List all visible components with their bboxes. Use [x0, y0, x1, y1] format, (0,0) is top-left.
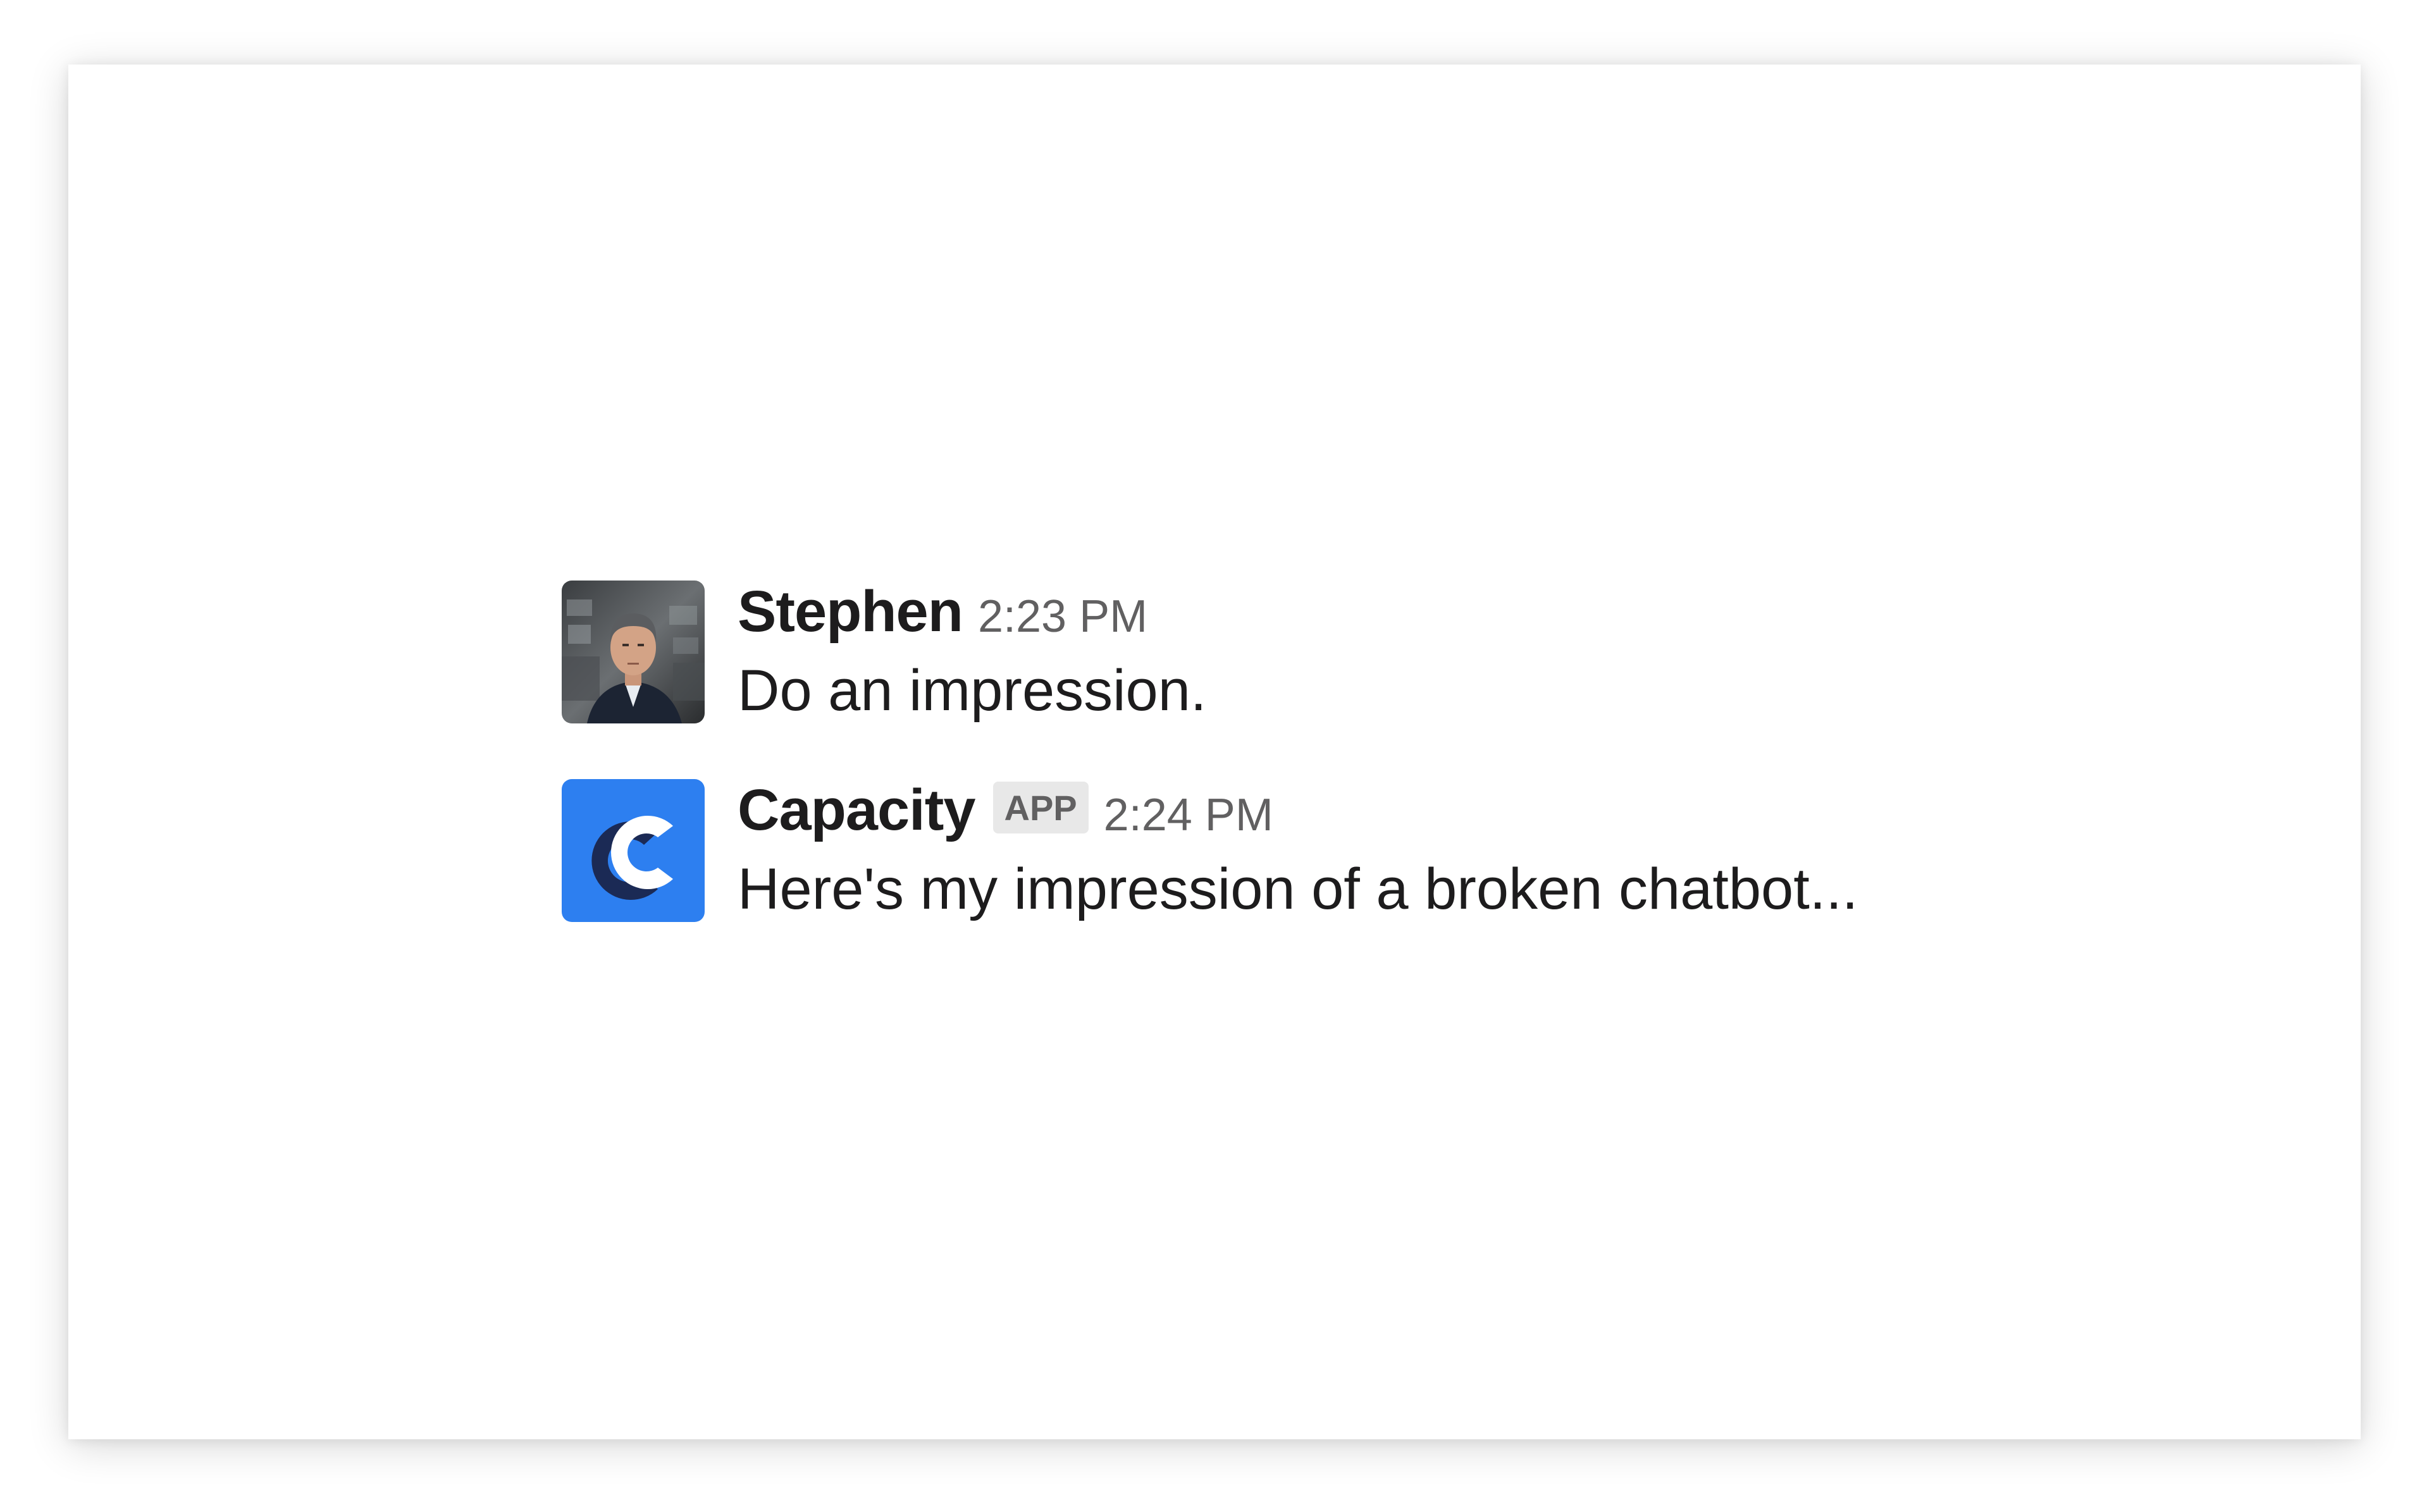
message-panel [68, 65, 2361, 1439]
message-timestamp[interactable]: 2:23 PM [978, 591, 1147, 642]
message-item: Stephen 2:23 PM Do an impression. [562, 579, 1207, 724]
sender-name[interactable]: Capacity [738, 777, 975, 844]
message-text: Do an impression. [738, 658, 1207, 723]
avatar[interactable] [562, 779, 705, 922]
sender-name[interactable]: Stephen [738, 579, 963, 645]
message-timestamp[interactable]: 2:24 PM [1104, 789, 1273, 841]
message-text: Here's my impression of a broken chatbot… [738, 857, 1858, 921]
message-header: Stephen 2:23 PM [738, 577, 1206, 646]
capacity-logo-icon [562, 779, 705, 922]
message-header: Capacity APP 2:24 PM [738, 775, 1858, 845]
message-item: Capacity APP 2:24 PM Here's my impressio… [562, 778, 1858, 923]
app-badge: APP [992, 782, 1089, 833]
message-content: Capacity APP 2:24 PM Here's my impressio… [738, 778, 1858, 923]
user-photo-avatar [562, 581, 705, 723]
avatar[interactable] [562, 581, 705, 723]
page: Stephen 2:23 PM Do an impression. Capaci… [0, 0, 2429, 1512]
message-content: Stephen 2:23 PM Do an impression. [738, 579, 1207, 724]
